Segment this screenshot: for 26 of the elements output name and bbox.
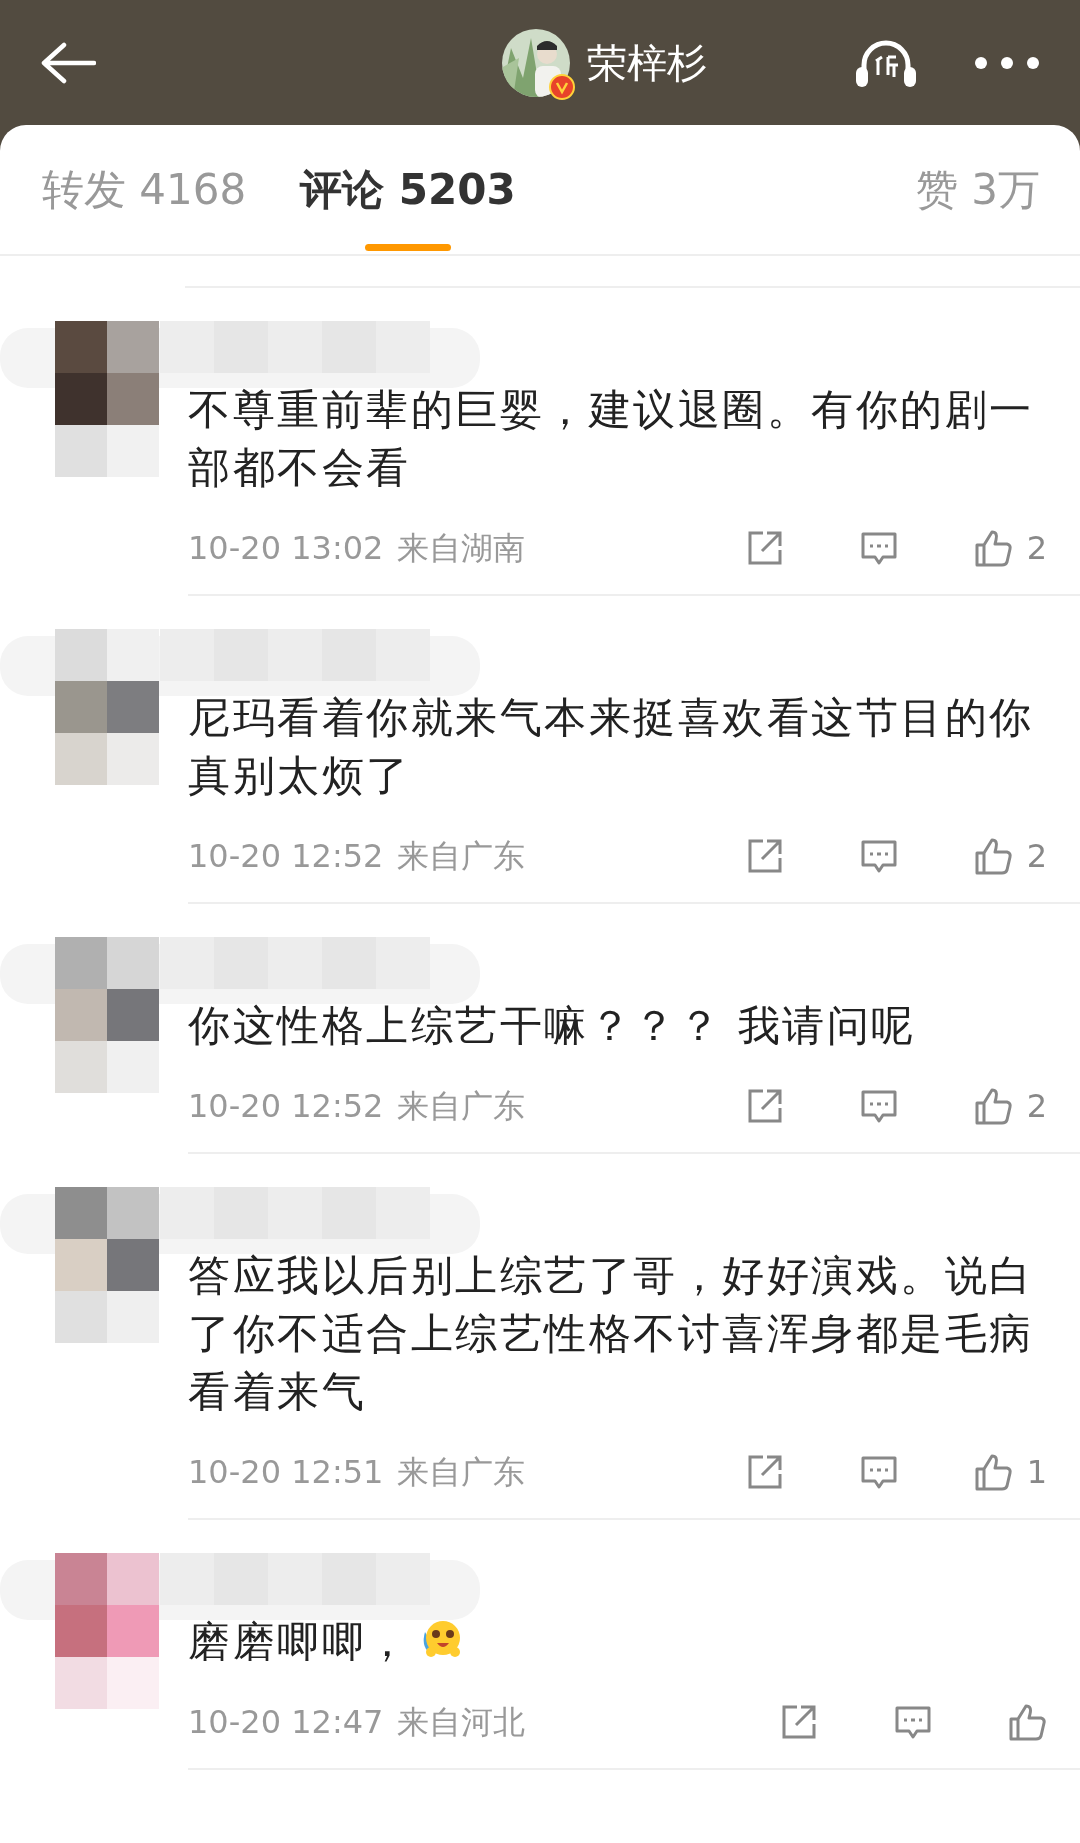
comment-location: 来自广东 xyxy=(397,1452,526,1493)
comment-time: 10-20 13:02 xyxy=(188,528,384,569)
thumbs-up-icon[interactable] xyxy=(1007,1702,1047,1742)
comment-time: 10-20 12:51 xyxy=(188,1452,384,1493)
back-icon[interactable] xyxy=(40,40,96,85)
like-count: 2 xyxy=(1026,1086,1047,1127)
comment-text: 你这性格上综艺干嘛？？？ 我请问呢 xyxy=(188,1000,917,1052)
comment-text: 答应我以后别上综艺了哥，好好演戏。说白了你不适合上综艺性格不讨喜浑身都是毛病看着来气 xyxy=(188,1250,1035,1418)
comment-time: 10-20 12:47 xyxy=(188,1702,384,1743)
comment-location: 来自广东 xyxy=(397,836,526,877)
tab[interactable]: 赞 3万 xyxy=(915,125,1040,255)
account-name: 荣梓杉 xyxy=(587,38,707,88)
like-count: 2 xyxy=(1026,836,1047,877)
comment-location: 来自湖南 xyxy=(397,528,526,569)
comment-text: 不尊重前辈的巨婴，建议退圈。有你的剧一部都不会看 xyxy=(188,384,1035,494)
comment-text: 尼玛看着你就来气本来挺喜欢看这节目的你真别太烦了 xyxy=(188,692,1035,802)
comment-location: 来自河北 xyxy=(397,1702,526,1743)
comment-time: 10-20 12:52 xyxy=(188,836,384,877)
comment-text: 磨磨唧唧， xyxy=(188,1613,1047,1671)
tab[interactable]: 转发 4168 xyxy=(42,125,247,255)
like-count: 1 xyxy=(1026,1452,1047,1493)
more-icon[interactable] xyxy=(974,55,1040,70)
comment-location: 来自广东 xyxy=(397,1086,526,1127)
tab[interactable]: 评论 5203 xyxy=(300,125,516,255)
comment-time: 10-20 12:52 xyxy=(188,1086,384,1127)
like-count: 2 xyxy=(1026,528,1047,569)
